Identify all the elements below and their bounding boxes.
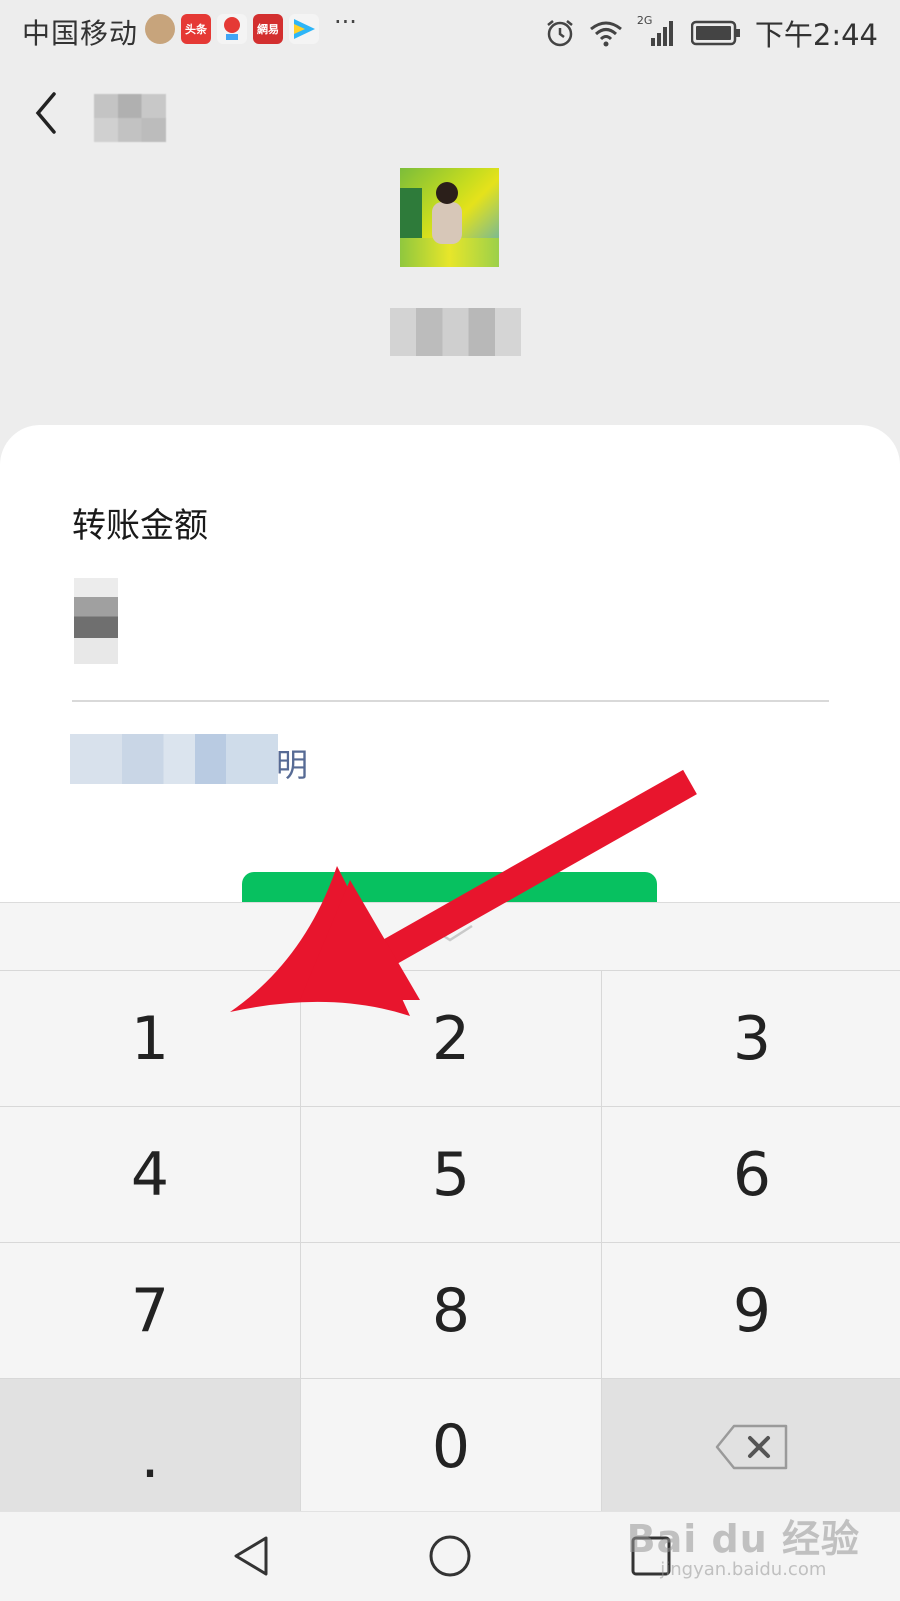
number-keypad: 1 2 3 4 5 6 7 8 9 . 0 <box>0 970 900 1514</box>
add-note-link-tail[interactable]: 明 <box>276 740 308 786</box>
status-indicators: 2G 下午2:44 <box>545 12 878 54</box>
video-app-icon <box>289 14 319 44</box>
key-3[interactable]: 3 <box>602 971 900 1106</box>
key-5[interactable]: 5 <box>301 1107 601 1242</box>
toutiao-app-icon: 头条 <box>181 14 211 44</box>
key-6[interactable]: 6 <box>602 1107 900 1242</box>
recipient-avatar <box>400 168 499 267</box>
amount-divider <box>72 700 829 702</box>
collapse-keyboard-icon[interactable] <box>420 920 480 948</box>
key-8[interactable]: 8 <box>301 1243 601 1378</box>
backspace-key[interactable] <box>602 1379 900 1514</box>
backspace-icon <box>715 1424 788 1469</box>
album-app-icon <box>145 14 175 44</box>
map-app-icon <box>217 14 247 44</box>
amount-input-redacted[interactable] <box>74 578 118 664</box>
key-2[interactable]: 2 <box>301 971 601 1106</box>
key-decimal-label: . <box>140 1421 160 1492</box>
alarm-icon <box>547 20 573 47</box>
amount-label: 转账金额 <box>72 506 208 546</box>
recipient-name-redacted <box>390 308 521 356</box>
nav-back-icon[interactable] <box>228 1532 276 1580</box>
watermark-sub: jingyan.baidu.com <box>660 1559 827 1580</box>
key-0[interactable]: 0 <box>301 1379 601 1514</box>
add-note-link-redacted[interactable] <box>70 734 278 784</box>
more-notifications-icon: ··· <box>334 8 357 36</box>
key-9[interactable]: 9 <box>602 1243 900 1378</box>
watermark-main: Bai du 经验 <box>626 1517 860 1561</box>
header-title-redacted <box>94 94 166 142</box>
carrier-name: 中国移动 <box>22 17 139 50</box>
battery-icon <box>690 20 740 46</box>
key-1[interactable]: 1 <box>0 971 300 1106</box>
key-7[interactable]: 7 <box>0 1243 300 1378</box>
back-arrow-icon[interactable] <box>28 88 68 138</box>
netease-news-app-icon: 網易 <box>253 14 283 44</box>
notification-icons: 头条 網易 <box>145 14 319 44</box>
status-time: 下午2:44 <box>754 18 878 52</box>
key-decimal[interactable]: . <box>0 1379 300 1514</box>
key-4[interactable]: 4 <box>0 1107 300 1242</box>
baidu-jingyan-watermark: Bai du 经验 jingyan.baidu.com <box>627 1508 860 1580</box>
signal-icon <box>650 21 673 46</box>
nav-home-icon[interactable] <box>426 1532 474 1580</box>
status-bar: 中国移动 头条 網易 ··· 2G 下午2:44 <box>0 0 900 60</box>
wifi-icon <box>589 21 622 47</box>
signal-indicator: 2G <box>637 14 677 48</box>
